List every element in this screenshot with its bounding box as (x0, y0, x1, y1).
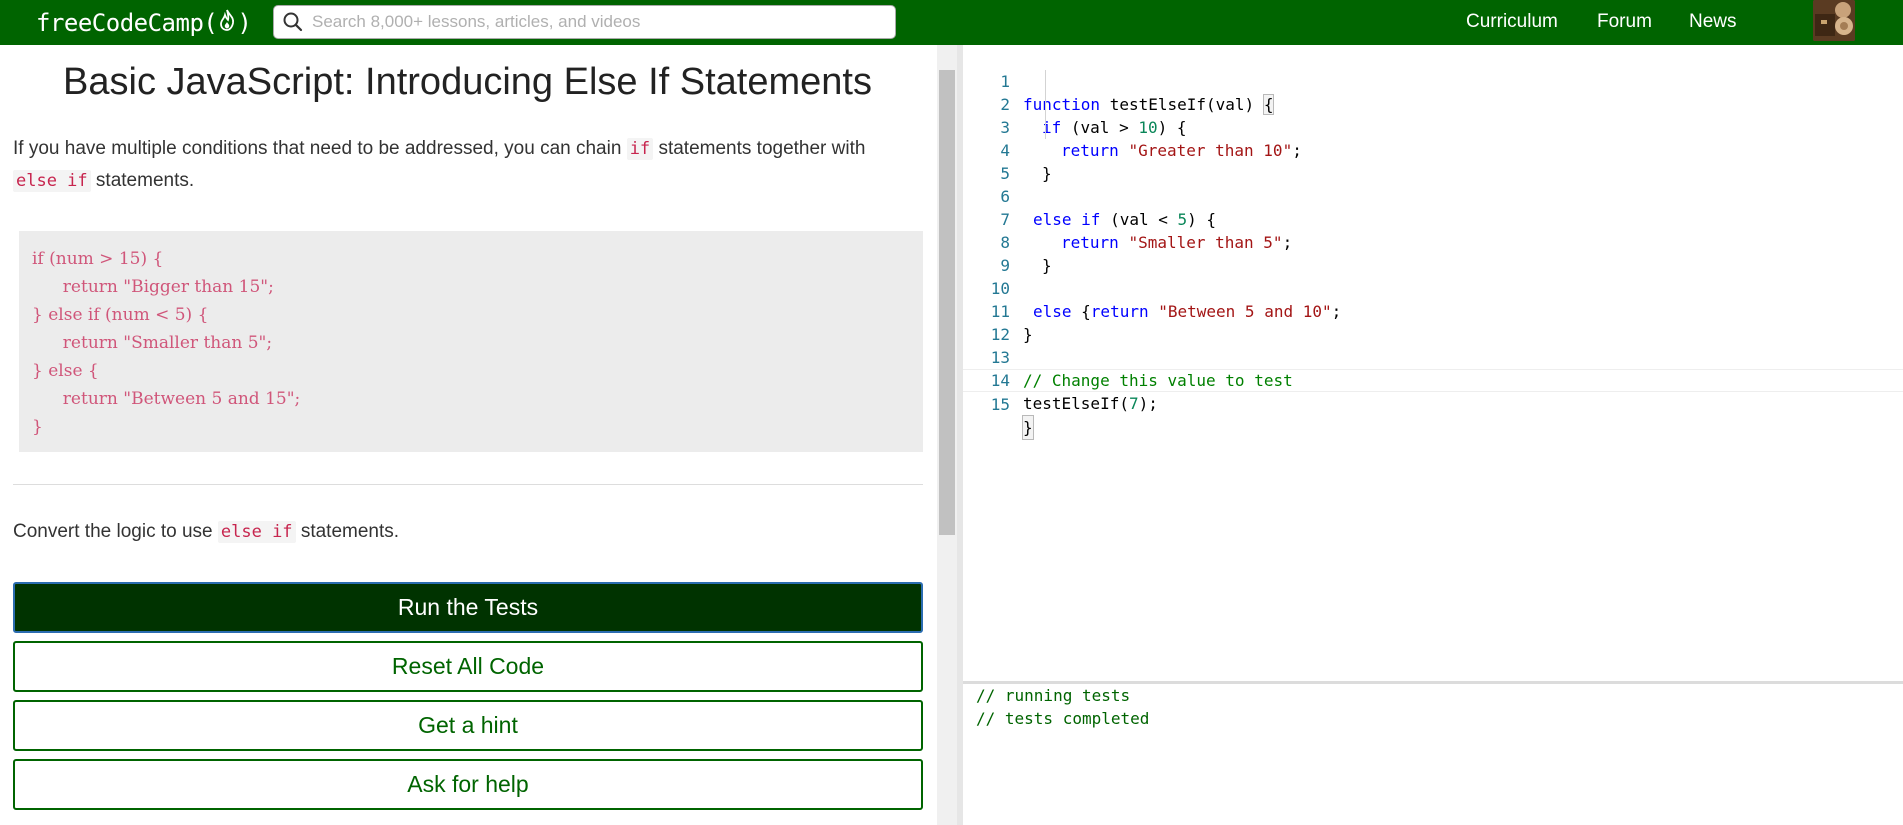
example-line: if (num > 15) { (32, 249, 164, 269)
inline-code-if: if (626, 138, 654, 160)
console-line: // running tests (976, 686, 1131, 705)
user-avatar[interactable] (1813, 0, 1855, 41)
output-console: // running tests // tests completed (963, 684, 1903, 825)
code-line-3: 3 return "Greater than 10"; (963, 93, 1903, 160)
lesson-task: Convert the logic to use else if stateme… (13, 516, 399, 548)
get-hint-button[interactable]: Get a hint (13, 700, 923, 751)
task-text-1: Convert the logic to use (13, 521, 218, 542)
code-line-9: 9 (963, 231, 1903, 275)
nav-link-news[interactable]: News (1689, 11, 1737, 33)
code-line-1: 1 function testElseIf(val) { (963, 47, 1903, 115)
reset-code-button[interactable]: Reset All Code (13, 641, 923, 692)
lesson-intro: If you have multiple conditions that nee… (13, 133, 923, 197)
example-line: } (32, 417, 43, 437)
page-title: Basic JavaScript: Introducing Else If St… (63, 61, 872, 103)
code-line-13: 13 // Change this value to test (963, 323, 1903, 390)
matched-bracket: } (1022, 415, 1034, 440)
ask-for-help-button[interactable]: Ask for help (13, 759, 923, 810)
code-line-8: 8 } (963, 208, 1903, 275)
code-text: ); (1138, 394, 1158, 413)
code-text: testElseIf( (1023, 394, 1129, 413)
code-line-6: 6 else if (val < 5) { (963, 162, 1903, 229)
example-line: } else if (num < 5) { (32, 305, 209, 325)
code-line-11: 11 } (963, 277, 1903, 344)
code-line-14: 14 testElseIf(7); (963, 346, 1903, 413)
code-line-15-current: 15 } (963, 369, 1903, 440)
example-line: return "Smaller than 5"; (52, 333, 273, 353)
intro-text-2: statements together with (653, 138, 866, 159)
run-tests-button[interactable]: Run the Tests (13, 582, 923, 633)
search-icon (283, 12, 303, 32)
lesson-pane: Basic JavaScript: Introducing Else If St… (0, 45, 935, 825)
example-line: return "Bigger than 15"; (52, 277, 274, 297)
inline-code-else-if: else if (217, 521, 296, 543)
nav-link-forum[interactable]: Forum (1597, 11, 1652, 33)
code-line-2: 2 if (val > 10) { (963, 70, 1903, 137)
code-line-4: 4 } (963, 116, 1903, 183)
inline-code-else-if: else if (13, 170, 91, 192)
code-line-10: 10 else {return "Between 5 and 10"; (963, 254, 1903, 321)
console-line: // tests completed (976, 709, 1150, 728)
task-text-2: statements. (295, 521, 400, 542)
logo-text-post: ) (237, 8, 252, 37)
flame-icon (218, 9, 236, 37)
example-code-block: if (num > 15) { return "Bigger than 15";… (19, 231, 923, 452)
divider (13, 484, 923, 485)
line-number: 15 (990, 395, 1010, 414)
code-editor[interactable]: 1 function testElseIf(val) { 2 if (val >… (963, 45, 1903, 681)
freecodecamp-logo[interactable]: freeCodeCamp( ) (36, 6, 252, 39)
scrollbar-thumb[interactable] (939, 70, 955, 535)
code-line-12: 12 (963, 300, 1903, 344)
code-line-5: 5 (963, 139, 1903, 183)
nav-link-curriculum[interactable]: Curriculum (1466, 11, 1558, 33)
intro-text-3: statements. (90, 170, 195, 191)
number-literal: 7 (1128, 394, 1139, 413)
example-line: return "Between 5 and 15"; (52, 389, 301, 409)
intro-text-1: If you have multiple conditions that nee… (13, 138, 627, 159)
code-line-7: 7 return "Smaller than 5"; (963, 185, 1903, 252)
top-navbar: freeCodeCamp( ) Curriculum Forum News (0, 0, 1903, 45)
lesson-scrollbar[interactable] (937, 45, 957, 825)
indent-guide (1045, 70, 1046, 139)
search-box[interactable] (273, 5, 896, 39)
search-input[interactable] (310, 11, 874, 33)
example-line: } else { (32, 361, 99, 381)
logo-text-pre: freeCodeCamp( (36, 8, 218, 37)
